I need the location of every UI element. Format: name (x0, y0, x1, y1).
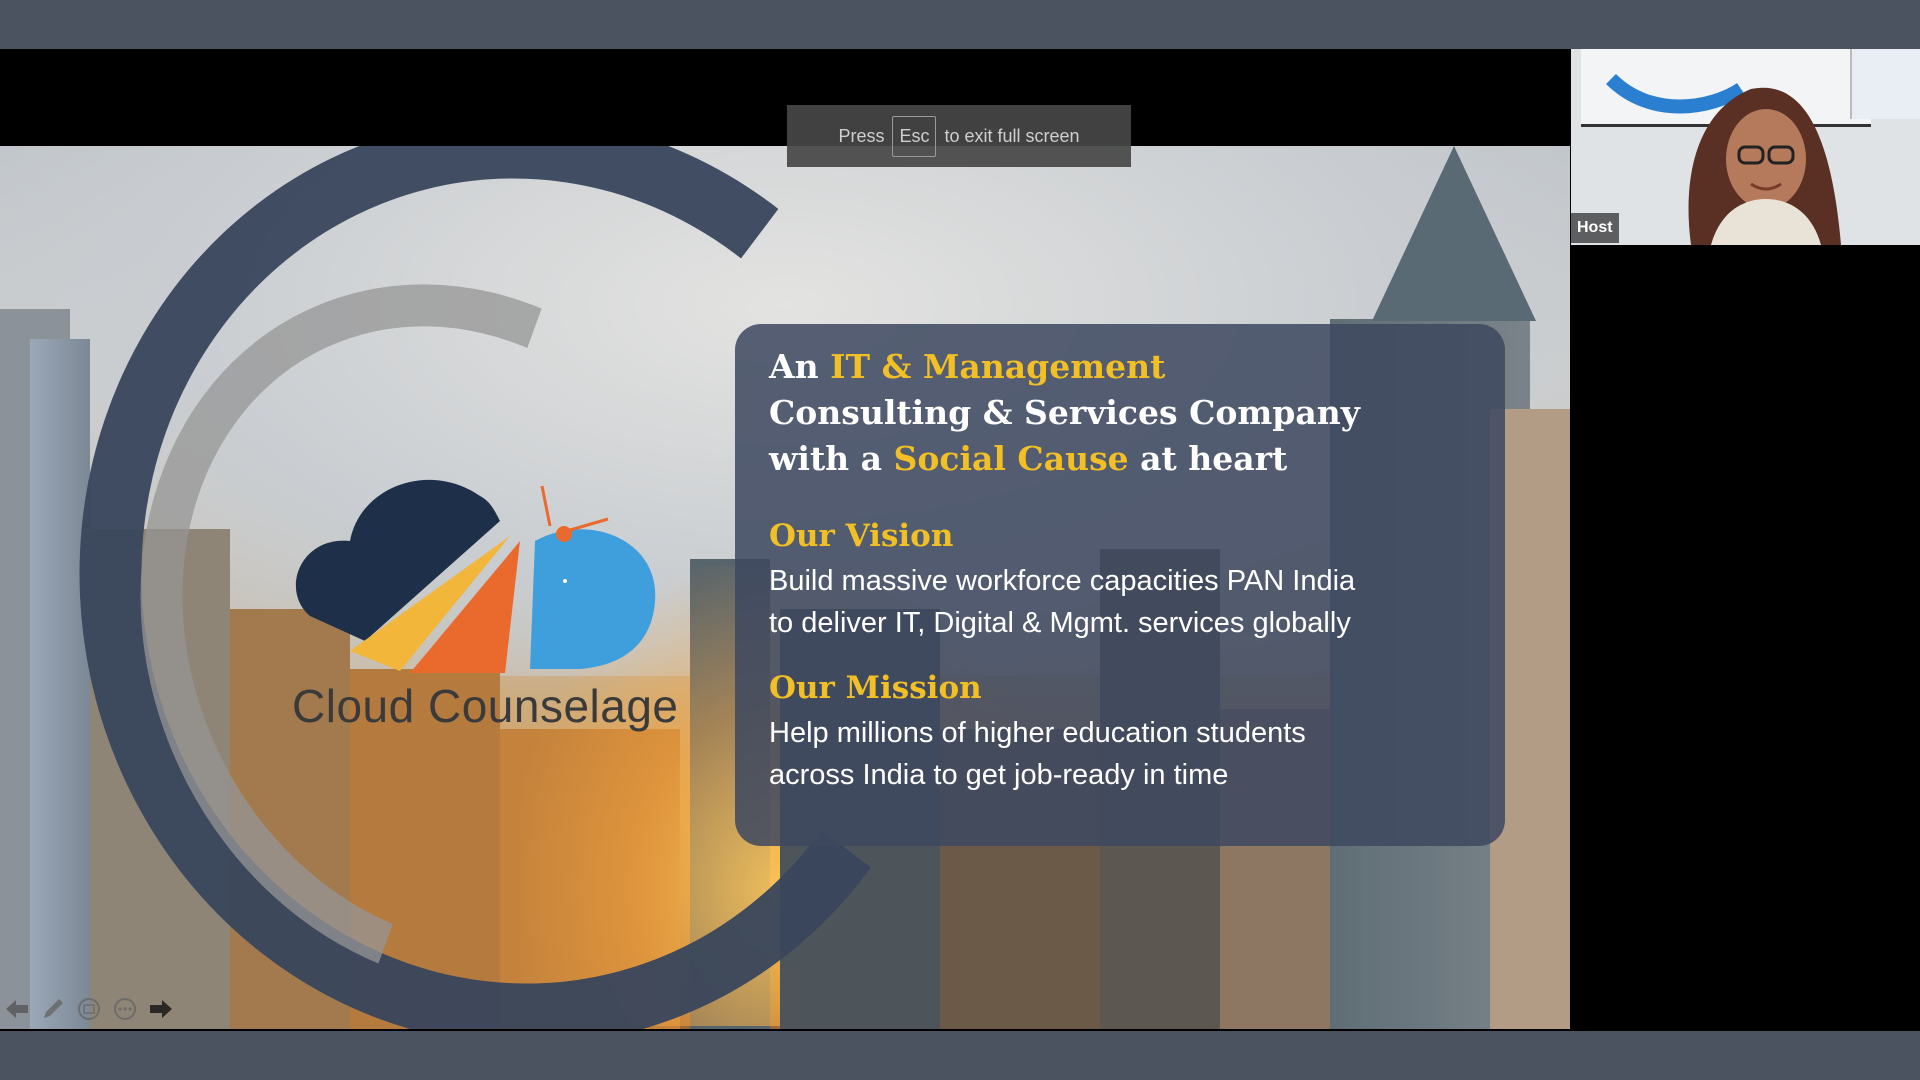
esc-key: Esc (892, 115, 937, 157)
headline-text: at heart (1128, 439, 1288, 478)
slides-icon[interactable] (76, 996, 102, 1022)
fullscreen-exit-hint: Press Esc to exit full screen (787, 105, 1131, 167)
arrow-right-icon[interactable] (148, 996, 174, 1022)
participant-label: Host (1571, 213, 1619, 243)
hint-text: Press (838, 125, 885, 146)
arrow-left-icon[interactable] (4, 996, 30, 1022)
cloud-logo-icon (295, 479, 656, 673)
brand-name: Cloud Counselage (292, 680, 679, 732)
headline-text: with a (769, 439, 894, 478)
headline-highlight: Social Cause (893, 439, 1129, 478)
vision-line: Build massive workforce capacities PAN I… (769, 565, 1356, 597)
more-icon[interactable] (112, 996, 138, 1022)
mission-title: Our Mission (769, 670, 982, 706)
presentation-slide: Cloud Counselage An IT & Management Cons… (0, 146, 1570, 1029)
vision-body: Build massive workforce capacities PAN I… (769, 560, 1471, 644)
mission-body: Help millions of higher education studen… (769, 712, 1471, 796)
host-person-icon (1688, 87, 1841, 245)
headline-text: An (769, 347, 831, 386)
mission-line: Help millions of higher education studen… (769, 717, 1306, 749)
pen-icon[interactable] (40, 996, 66, 1022)
vision-title: Our Vision (769, 518, 954, 554)
headline-highlight: IT & Management (830, 347, 1166, 386)
vision-line: to deliver IT, Digital & Mgmt. services … (769, 607, 1351, 639)
skyline-building (30, 339, 90, 1029)
headline: An IT & Management Consulting & Services… (769, 344, 1471, 482)
headline-text: Consulting & Services Company (769, 393, 1360, 432)
hint-text: to exit full screen (944, 125, 1080, 146)
tower-spire (1372, 146, 1536, 321)
cloud-logo (290, 441, 670, 681)
mission-line: across India to get job-ready in time (769, 759, 1229, 791)
host-video-tile[interactable] (1571, 49, 1920, 245)
info-panel: An IT & Management Consulting & Services… (735, 324, 1505, 846)
slideshow-toolbar (0, 991, 174, 1027)
